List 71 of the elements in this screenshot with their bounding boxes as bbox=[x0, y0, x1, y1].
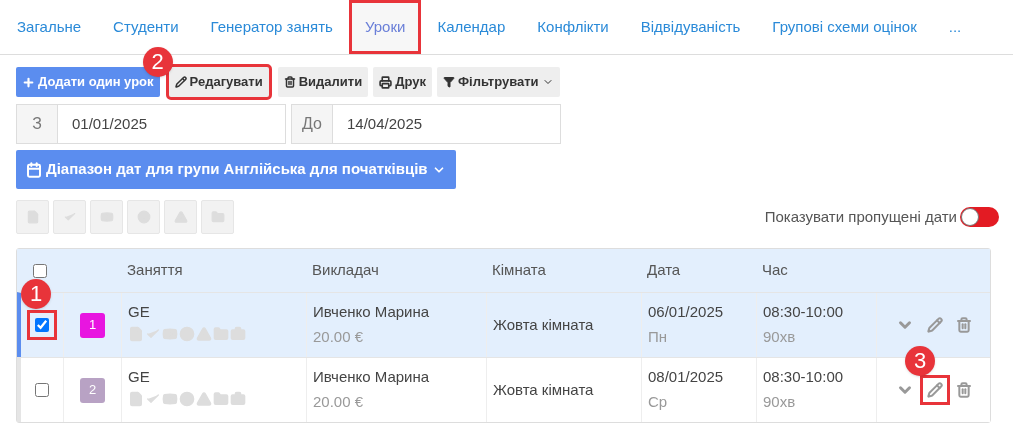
tab[interactable]: Конфлікти bbox=[521, 0, 625, 54]
toggle-switch[interactable] bbox=[960, 207, 999, 227]
filter-button[interactable]: Фільтрувати bbox=[436, 67, 560, 97]
tab[interactable]: ... bbox=[932, 0, 978, 54]
tab[interactable]: Загальне bbox=[1, 0, 98, 54]
file-icon bbox=[128, 326, 144, 342]
column-header: Дата bbox=[646, 260, 682, 281]
edit-button[interactable] bbox=[920, 375, 950, 405]
room-name: Жовта кімната bbox=[493, 379, 594, 400]
teacher-name: Ивченко Марина bbox=[313, 303, 431, 321]
lesson-date: 06/01/2025 bbox=[648, 303, 725, 321]
exclamation-icon bbox=[179, 391, 195, 407]
plus-icon bbox=[22, 75, 35, 89]
weekday: Пн bbox=[648, 327, 669, 347]
pencil-icon bbox=[174, 76, 187, 88]
tab[interactable]: Уроки bbox=[348, 0, 422, 54]
briefcase-icon bbox=[230, 391, 246, 407]
delete-icon[interactable] bbox=[956, 382, 972, 398]
printer-icon bbox=[379, 75, 393, 89]
row-checkbox[interactable] bbox=[35, 318, 49, 332]
column-header: Час bbox=[761, 260, 789, 281]
exclamation-icon bbox=[179, 326, 195, 342]
date-input[interactable]: 01/01/2025 bbox=[58, 105, 285, 143]
date-field-label: До bbox=[292, 105, 333, 143]
pencil-icon bbox=[927, 382, 943, 398]
tab[interactable]: Календар bbox=[421, 0, 522, 54]
row-checkbox[interactable] bbox=[35, 383, 49, 397]
column-header: Заняття bbox=[126, 260, 184, 281]
date-field-label: З bbox=[17, 105, 58, 143]
lesson-name: GE bbox=[128, 303, 151, 321]
date-field[interactable]: З 01/01/2025 bbox=[16, 104, 286, 144]
warning-icon bbox=[196, 326, 212, 342]
lesson-price: 20.00 € bbox=[313, 327, 365, 347]
column-header: Викладач bbox=[311, 260, 380, 281]
lesson-duration: 90хв bbox=[763, 327, 797, 347]
tab[interactable]: Генератор занять bbox=[194, 0, 349, 54]
filter-icon bbox=[442, 76, 455, 88]
briefcase-icon bbox=[230, 326, 246, 342]
file-icon bbox=[128, 391, 144, 407]
lesson-number: 1 bbox=[80, 312, 105, 338]
select-all-checkbox[interactable] bbox=[33, 263, 47, 278]
tab[interactable]: Відвідуваність bbox=[624, 0, 757, 54]
date-input[interactable]: 14/04/2025 bbox=[333, 105, 560, 143]
video-icon bbox=[162, 326, 178, 342]
date-range-button[interactable]: Діапазон дат для групи Англійська для початківців bbox=[16, 150, 456, 189]
lesson-number: 2 bbox=[80, 377, 105, 403]
video-icon bbox=[162, 391, 178, 407]
tab[interactable]: Групові схеми оцінок bbox=[756, 0, 933, 54]
delete-button[interactable]: Видалити bbox=[277, 67, 369, 97]
folder-icon bbox=[213, 391, 229, 407]
print-button[interactable]: Друк bbox=[373, 67, 432, 97]
column-header: Кімната bbox=[491, 260, 547, 281]
teacher-name: Ивченко Марина bbox=[313, 368, 431, 386]
lesson-time: 08:30-10:00 bbox=[763, 368, 845, 386]
trash-icon bbox=[283, 76, 296, 88]
edit-button[interactable]: Редагувати bbox=[168, 67, 269, 97]
folder-icon bbox=[213, 326, 229, 342]
room-name: Жовта кімната bbox=[493, 314, 594, 335]
date-field[interactable]: До 14/04/2025 bbox=[291, 104, 561, 144]
lesson-duration: 90хв bbox=[763, 392, 797, 412]
lesson-name: GE bbox=[128, 368, 151, 386]
step-number-badge: 2 bbox=[142, 47, 173, 77]
lesson-price: 20.00 € bbox=[313, 392, 365, 412]
pencil-icon bbox=[927, 317, 943, 333]
toggle-label: Показувати пропущені дати bbox=[764, 206, 957, 227]
weekday: Ср bbox=[648, 392, 669, 412]
lesson-date: 08/01/2025 bbox=[648, 368, 725, 386]
calendar-icon bbox=[26, 161, 42, 178]
lesson-time: 08:30-10:00 bbox=[763, 303, 845, 321]
warning-icon bbox=[196, 391, 212, 407]
delete-icon[interactable] bbox=[956, 317, 972, 333]
